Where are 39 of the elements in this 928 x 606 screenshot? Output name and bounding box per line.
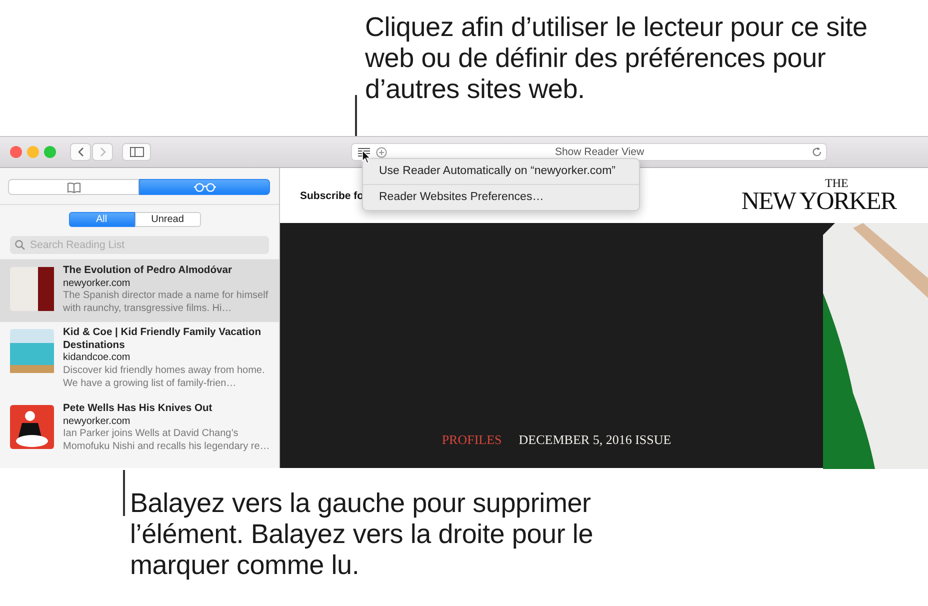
search-field[interactable]: Search Reading List bbox=[10, 236, 269, 254]
menu-item[interactable]: Reader Websites Preferences… bbox=[363, 188, 639, 207]
article-site: newyorker.com bbox=[63, 416, 132, 428]
thumbnail-photo bbox=[10, 405, 54, 449]
filter-tab[interactable]: Unread bbox=[134, 212, 200, 227]
article-summary: Discover kid friendly homes away from home. We have a growing list of family-frien… bbox=[63, 365, 266, 391]
zoom-button[interactable] bbox=[44, 146, 56, 158]
article-title: The Evolution of Pedro Almodóvar bbox=[63, 265, 233, 278]
reload-icon[interactable] bbox=[812, 147, 822, 157]
chevron-left-icon bbox=[78, 147, 84, 157]
sidebar-icon bbox=[130, 147, 144, 157]
reading-list-item[interactable]: The Evolution of Pedro Almodóvar newyorker.com The Spanish director made a name for himself with raunchy, transgressive films. Hi… bbox=[0, 260, 279, 322]
plus-circle-icon[interactable] bbox=[376, 146, 387, 158]
thumbnail-photo bbox=[10, 267, 54, 311]
sidebar-tab[interactable] bbox=[8, 179, 139, 195]
menu-item[interactable]: Use Reader Automatically on “newyorker.com” bbox=[363, 162, 639, 181]
article-title: Pete Wells Has His Knives Out bbox=[63, 403, 214, 416]
close-button[interactable] bbox=[10, 146, 22, 158]
sidebar-button[interactable] bbox=[122, 143, 151, 161]
pointer-cursor-icon bbox=[362, 150, 371, 164]
magazine-logo: THE NEW YORKER bbox=[741, 177, 896, 214]
article-site: kidandcoe.com bbox=[63, 352, 132, 366]
section-label[interactable]: PROFILES bbox=[442, 432, 502, 448]
thumbnail-photo bbox=[10, 329, 54, 373]
chevron-right-icon bbox=[100, 147, 106, 157]
leader-line bbox=[123, 470, 125, 516]
sidebar-tab[interactable] bbox=[139, 179, 270, 195]
callout-text: Cliquez afin d’utiliser le lecteur pour ce site web ou de définir des préférences pour d’autres sites web. bbox=[365, 12, 868, 105]
callout-text: Balayez vers la gauche pour supprimer l’élément. Balayez vers la droite pour le marquer comme lu. bbox=[130, 488, 594, 581]
reader-view-icon[interactable] bbox=[358, 148, 370, 156]
issue-date: DECEMBER 5, 2016 ISSUE bbox=[518, 432, 672, 448]
glasses-icon bbox=[194, 182, 216, 192]
article-summary: Ian Parker joins Wells at David Chang’s Momofuku Nishi and recalls his legendary re… bbox=[63, 428, 271, 454]
article-summary: The Spanish director made a name for himself with raunchy, transgressive films. Hi… bbox=[63, 290, 270, 316]
back-button[interactable] bbox=[70, 143, 91, 161]
address-text: Show Reader View bbox=[554, 146, 646, 158]
book-icon bbox=[66, 182, 80, 192]
article-site: newyorker.com bbox=[63, 278, 132, 290]
address-field[interactable]: Show Reader View bbox=[351, 143, 827, 161]
